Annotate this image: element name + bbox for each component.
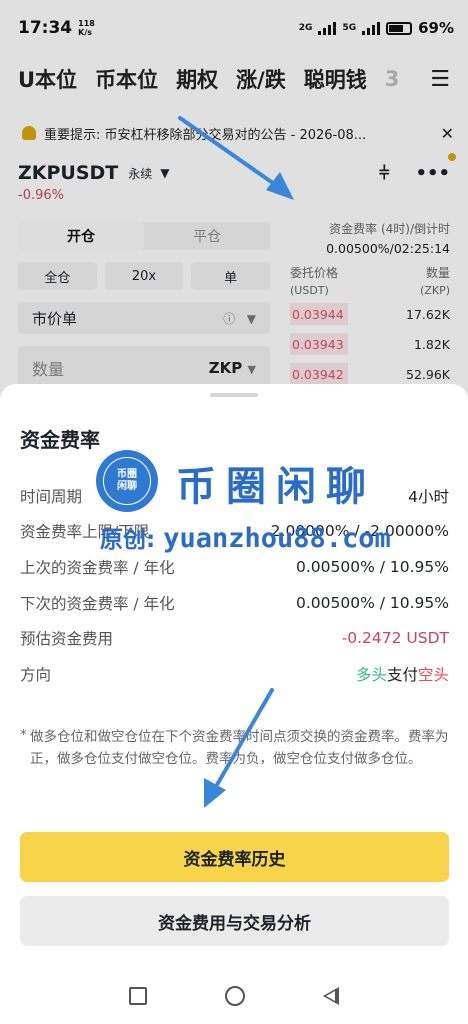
detail-value: 0.00500% / 10.95% [295, 593, 449, 612]
detail-value: -0.2472 USDT [341, 629, 449, 648]
direction-short: 空头 [417, 665, 449, 684]
detail-label: 上次的资金费率 / 年化 [20, 558, 175, 577]
fee-analysis-button[interactable]: 资金费用与交易分析 [20, 896, 449, 946]
detail-label: 方向 [20, 665, 52, 684]
direction-pays: 支付 [386, 665, 418, 684]
system-nav-bar [0, 968, 468, 1024]
ask-price: 0.03943 [292, 336, 344, 352]
detail-row-cap-floor: 资金费率上限/下限 2.00000% / -2.00000% [20, 514, 449, 550]
detail-value: 0.00500% / 10.95% [295, 557, 449, 576]
direction-value: 多头支付空头 [356, 663, 449, 685]
detail-row-estimated-fee: 预估资金费用 -0.2472 USDT [20, 620, 449, 656]
ask-qty: 17.62K [406, 306, 450, 322]
funding-history-button[interactable]: 资金费率历史 [20, 832, 449, 882]
back-icon[interactable] [323, 987, 339, 1005]
recent-apps-icon[interactable] [129, 987, 147, 1005]
detail-row-interval: 时间周期 4小时 [20, 478, 449, 514]
detail-label: 预估资金费用 [20, 630, 114, 649]
ask-price: 0.03944 [292, 306, 344, 322]
ask-qty: 52.96K [406, 366, 450, 382]
footnote-mark: * [20, 727, 27, 743]
direction-long: 多头 [355, 665, 387, 684]
funding-footnote: * 做多仓位和做空仓位在下个资金费率时间点须交换的资金费率。费率为正，做多仓位支… [20, 726, 450, 770]
ask-qty: 1.82K [413, 336, 450, 352]
detail-value: 2.00000% / -2.00000% [270, 522, 449, 541]
detail-row-direction: 方向 多头支付空头 [20, 656, 449, 692]
funding-details: 时间周期 4小时 资金费率上限/下限 2.00000% / -2.00000% … [20, 478, 449, 692]
funding-rate-sheet: 资金费率 时间周期 4小时 资金费率上限/下限 2.00000% / -2.00… [0, 384, 468, 1024]
detail-label: 下次的资金费率 / 年化 [20, 594, 175, 613]
detail-label: 时间周期 [20, 487, 83, 506]
sheet-title: 资金费率 [20, 428, 100, 452]
detail-row-last-rate: 上次的资金费率 / 年化 0.00500% / 10.95% [20, 549, 449, 585]
home-icon[interactable] [225, 986, 245, 1006]
footnote-text: 做多仓位和做空仓位在下个资金费率时间点须交换的资金费率。费率为正，做多仓位支付做… [30, 729, 449, 767]
ask-price: 0.03942 [292, 366, 344, 382]
detail-value: 4小时 [408, 487, 449, 506]
drag-handle[interactable] [210, 393, 258, 397]
detail-label: 资金费率上限/下限 [20, 523, 150, 542]
detail-row-next-rate: 下次的资金费率 / 年化 0.00500% / 10.95% [20, 585, 449, 621]
